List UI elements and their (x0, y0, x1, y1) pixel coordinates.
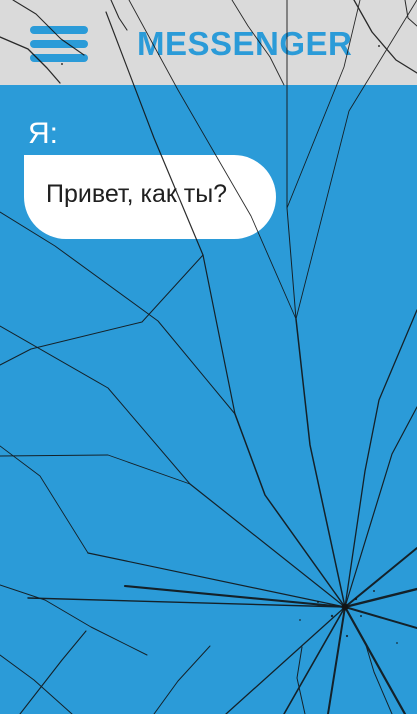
message-sender-label: Я: (28, 117, 58, 150)
message-text: Привет, как ты? (46, 180, 228, 208)
app-title: MESSENGER (137, 25, 353, 62)
hamburger-line-icon (30, 26, 88, 34)
message-bubble[interactable]: Привет, как ты? (24, 155, 276, 239)
hamburger-menu-button[interactable] (30, 26, 88, 62)
app-header: MESSENGER (0, 0, 417, 85)
hamburger-line-icon (30, 40, 88, 48)
hamburger-line-icon (30, 54, 88, 62)
